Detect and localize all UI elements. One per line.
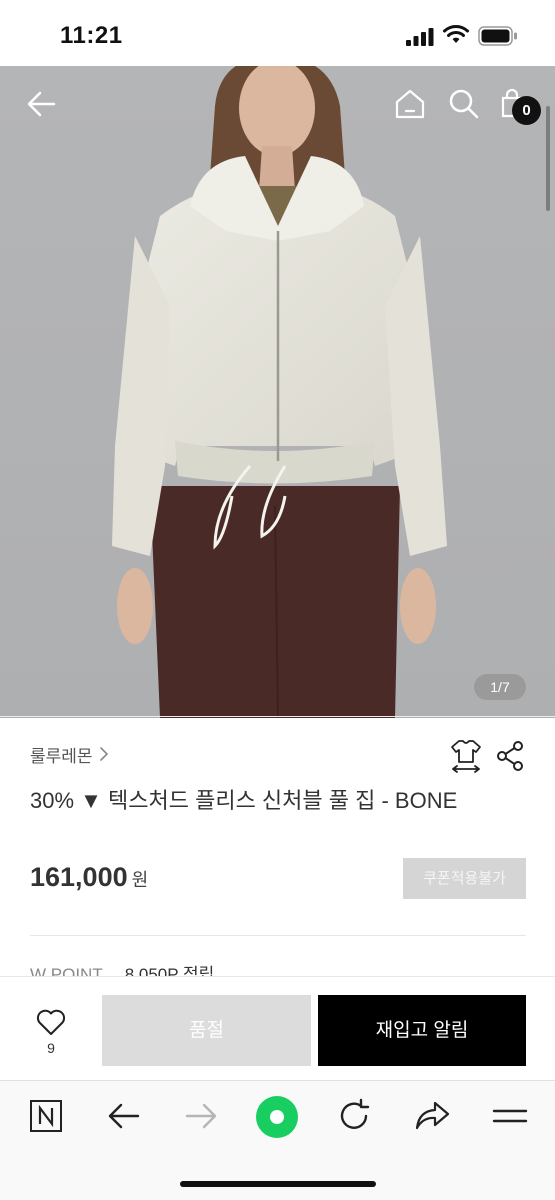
chevron-right-icon [99, 747, 108, 761]
battery-icon [478, 26, 517, 46]
soldout-button[interactable]: 품절 [102, 995, 311, 1066]
share-icon[interactable] [495, 740, 525, 772]
green-dot-icon[interactable] [254, 1094, 300, 1140]
price-unit: 원 [131, 870, 149, 890]
share-arrow-icon[interactable] [412, 1097, 452, 1135]
size-guide-icon[interactable] [449, 738, 483, 774]
brand-name: 룰루레몬 [30, 746, 93, 766]
back-icon[interactable] [104, 1097, 144, 1135]
menu-icon[interactable] [490, 1097, 530, 1135]
product-photo [0, 66, 555, 718]
heart-icon[interactable] [36, 1008, 66, 1036]
product-title: 30% ▼ 텍스처드 플리스 신처블 풀 집 - BONE [30, 788, 458, 813]
divider [30, 935, 526, 936]
search-icon[interactable] [446, 86, 482, 122]
home-icon[interactable] [392, 86, 428, 122]
image-counter: 1/7 [474, 674, 526, 700]
like-count: 9 [47, 1040, 55, 1056]
product-image[interactable] [0, 66, 555, 718]
naver-n-icon[interactable] [26, 1097, 66, 1135]
image-scrollbar[interactable] [546, 106, 550, 211]
cart-count-badge: 0 [512, 96, 541, 125]
wifi-icon [443, 25, 469, 43]
status-time: 11:21 [60, 22, 123, 49]
restock-alert-button[interactable]: 재입고 알림 [318, 995, 526, 1066]
coupon-unavailable-button: 쿠폰적용불가 [403, 858, 526, 899]
brand-link[interactable]: 룰루레몬 [30, 742, 111, 766]
status-bar: 11:21 [0, 0, 555, 66]
product-price: 161,000 원 [30, 862, 148, 893]
reload-icon[interactable] [334, 1097, 374, 1135]
home-indicator [180, 1181, 376, 1187]
divider [0, 716, 555, 717]
forward-icon[interactable] [181, 1097, 221, 1135]
back-arrow-icon[interactable] [24, 86, 60, 122]
signal-icon [406, 28, 434, 46]
price-value: 161,000 [30, 862, 128, 892]
